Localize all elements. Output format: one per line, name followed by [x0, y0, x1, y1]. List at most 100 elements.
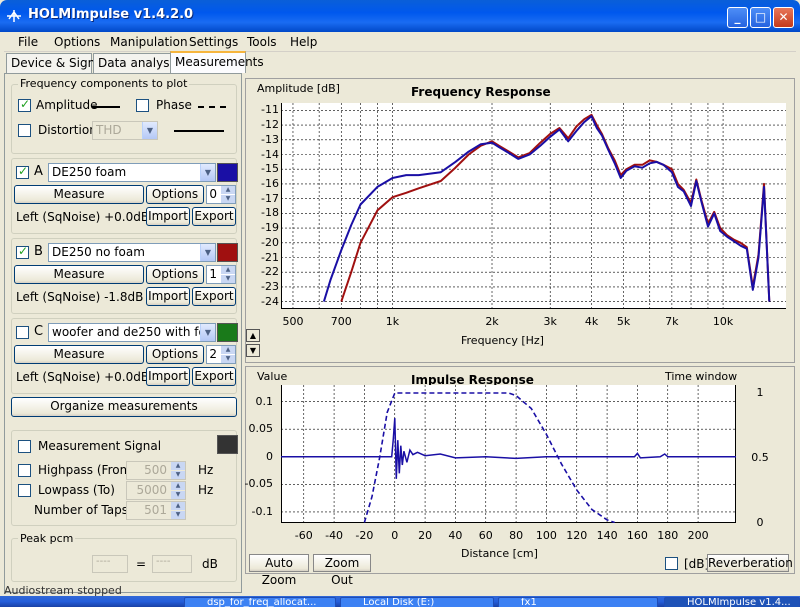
menu-bar: File Options Manipulation Settings Tools… — [4, 32, 796, 52]
db-checkbox[interactable] — [665, 557, 678, 570]
measurement-c-export-button[interactable]: Export — [192, 367, 236, 386]
maximize-button[interactable]: □ — [750, 7, 771, 28]
peak-pcm-title: Peak pcm — [18, 532, 76, 545]
frequency-y-tick-label: -12 — [261, 118, 279, 132]
spin-down-icon[interactable]: ▼ — [221, 195, 235, 203]
measurement-b-measure-button[interactable]: Measure — [14, 265, 144, 284]
spin-up-icon[interactable]: ▲ — [171, 482, 185, 490]
window-title: HOLMImpulse v1.4.2.0 — [28, 7, 194, 22]
measurement-c-options-button[interactable]: Options — [146, 345, 204, 364]
menu-settings[interactable]: Settings — [189, 35, 238, 49]
impulse-y-tick-label: 0 — [266, 449, 273, 463]
spin-up-icon[interactable]: ▲ — [171, 502, 185, 510]
spin-up-icon[interactable]: ▲ — [221, 266, 235, 274]
measurement-b-color-swatch[interactable] — [217, 243, 238, 262]
menu-tools[interactable]: Tools — [247, 35, 277, 49]
measurement-a-color-swatch[interactable] — [217, 163, 238, 182]
spin-down-icon[interactable]: ▼ — [171, 491, 185, 499]
measurement-c-select[interactable]: woofer and de250 with foam ▼ — [48, 323, 216, 342]
measurement-a-measure-button[interactable]: Measure — [14, 185, 144, 204]
impulse-x-tick-label: -20 — [355, 529, 374, 542]
measurement-b-checkbox[interactable] — [16, 244, 29, 259]
menu-options[interactable]: Options — [54, 35, 100, 49]
taskbar-item-dsp[interactable]: dsp_for_freq_allocat... — [184, 597, 336, 607]
measurement-b-spin-value: 1 — [209, 267, 217, 281]
reverberation-button[interactable]: Reverberation — [707, 554, 793, 572]
measurement-signal-group: Measurement Signal Highpass (From) 500 ▲… — [11, 430, 238, 526]
spin-down-icon[interactable]: ▼ — [221, 355, 235, 363]
measurement-c-measure-button[interactable]: Measure — [14, 345, 144, 364]
scroll-down-icon[interactable]: ▼ — [246, 344, 260, 357]
measurement-b-export-button[interactable]: Export — [192, 287, 236, 306]
impulse-plot[interactable] — [281, 385, 736, 523]
organize-measurements-button[interactable]: Organize measurements — [11, 397, 237, 417]
measurement-a-spin-value: 0 — [209, 187, 217, 201]
measurement-signal-color-swatch[interactable] — [217, 435, 238, 454]
measurement-a-checkbox[interactable] — [16, 164, 29, 179]
menu-file[interactable]: File — [18, 35, 38, 49]
frequency-x-tick-label: 7k — [665, 315, 679, 328]
impulse-x-tick-label: -40 — [325, 529, 344, 542]
measurement-b-select[interactable]: DE250 no foam ▼ — [48, 243, 216, 262]
measurement-a-options-button[interactable]: Options — [146, 185, 204, 204]
impulse-y-tick-label: 0.1 — [255, 394, 274, 408]
measurement-a-export-button[interactable]: Export — [192, 207, 236, 226]
amplitude-checkbox[interactable] — [18, 97, 31, 112]
measurement-c-checkbox[interactable] — [16, 326, 29, 339]
amplitude-line-sample — [92, 106, 120, 108]
taskbar-item-holmimpulse[interactable]: HOLMImpulse v1.4... — [664, 597, 800, 607]
phase-checkbox[interactable] — [136, 99, 149, 112]
measurement-c-spinner[interactable]: 2 ▲ ▼ — [206, 345, 236, 364]
measurement-b-options-button[interactable]: Options — [146, 265, 204, 284]
frequency-plot[interactable] — [281, 103, 786, 309]
measurement-c-import-button[interactable]: Import — [146, 367, 190, 386]
lowpass-spinner[interactable]: 5000 ▲ ▼ — [126, 481, 186, 500]
peak-left-field[interactable]: ---- — [92, 555, 128, 573]
frequency-y-tick-label: -19 — [261, 221, 279, 235]
zoom-out-button[interactable]: Zoom Out — [313, 554, 371, 587]
taps-spinner[interactable]: 501 ▲ ▼ — [126, 501, 186, 520]
distortion-checkbox[interactable] — [18, 124, 31, 137]
lowpass-unit: Hz — [198, 483, 214, 497]
measurement-c-letter: C — [34, 324, 44, 339]
app-icon — [7, 10, 21, 22]
highpass-checkbox[interactable] — [18, 464, 31, 477]
frequency-y-tick-label: -24 — [261, 294, 279, 308]
tab-measurements[interactable]: Measurements — [170, 51, 264, 73]
measurement-a-spinner[interactable]: 0 ▲ ▼ — [206, 185, 236, 204]
measurement-b-import-button[interactable]: Import — [146, 287, 190, 306]
auto-zoom-button[interactable]: Auto Zoom — [249, 554, 309, 587]
frequency-y-tick-label: -16 — [261, 176, 279, 190]
frequency-components-group: Frequency components to plot Amplitude P… — [11, 77, 237, 154]
distortion-select[interactable]: THD ▼ — [92, 121, 158, 140]
scroll-up-icon[interactable]: ▲ — [246, 329, 260, 342]
tab-device-signal[interactable]: Device & Signal — [6, 53, 106, 73]
spin-up-icon[interactable]: ▲ — [221, 186, 235, 194]
highpass-spinner[interactable]: 500 ▲ ▼ — [126, 461, 186, 480]
peak-right-field[interactable]: ---- — [152, 555, 192, 573]
impulse-x-tick-label: 60 — [478, 529, 493, 542]
spin-down-icon[interactable]: ▼ — [171, 471, 185, 479]
menu-help[interactable]: Help — [290, 35, 317, 49]
left-panel: Device & Signal Data analysis Measuremen… — [4, 51, 264, 593]
spin-down-icon[interactable]: ▼ — [171, 511, 185, 519]
measurement-signal-checkbox[interactable] — [18, 440, 31, 453]
spin-down-icon[interactable]: ▼ — [221, 275, 235, 283]
minimize-button[interactable]: _ — [727, 7, 748, 28]
impulse-y-tick-label: 0.05 — [248, 422, 274, 436]
frequency-components-title: Frequency components to plot — [18, 77, 190, 90]
measurement-c-color-swatch[interactable] — [217, 323, 238, 342]
frequency-x-tick-label: 2k — [485, 315, 499, 328]
close-button[interactable]: ✕ — [773, 7, 794, 28]
taskbar-item-local-disk[interactable]: Local Disk (E:) — [340, 597, 494, 607]
tab-data-analysis[interactable]: Data analysis — [93, 53, 179, 73]
spin-up-icon[interactable]: ▲ — [221, 346, 235, 354]
measurement-a-select[interactable]: DE250 foam ▼ — [48, 163, 216, 182]
measurement-b-spinner[interactable]: 1 ▲ ▼ — [206, 265, 236, 284]
menu-manipulation[interactable]: Manipulation — [110, 35, 188, 49]
spin-up-icon[interactable]: ▲ — [171, 462, 185, 470]
taskbar-item-fx1[interactable]: fx1 — [498, 597, 658, 607]
lowpass-checkbox[interactable] — [18, 484, 31, 497]
measurement-a-import-button[interactable]: Import — [146, 207, 190, 226]
frequency-y-tick-label: -21 — [261, 250, 279, 264]
